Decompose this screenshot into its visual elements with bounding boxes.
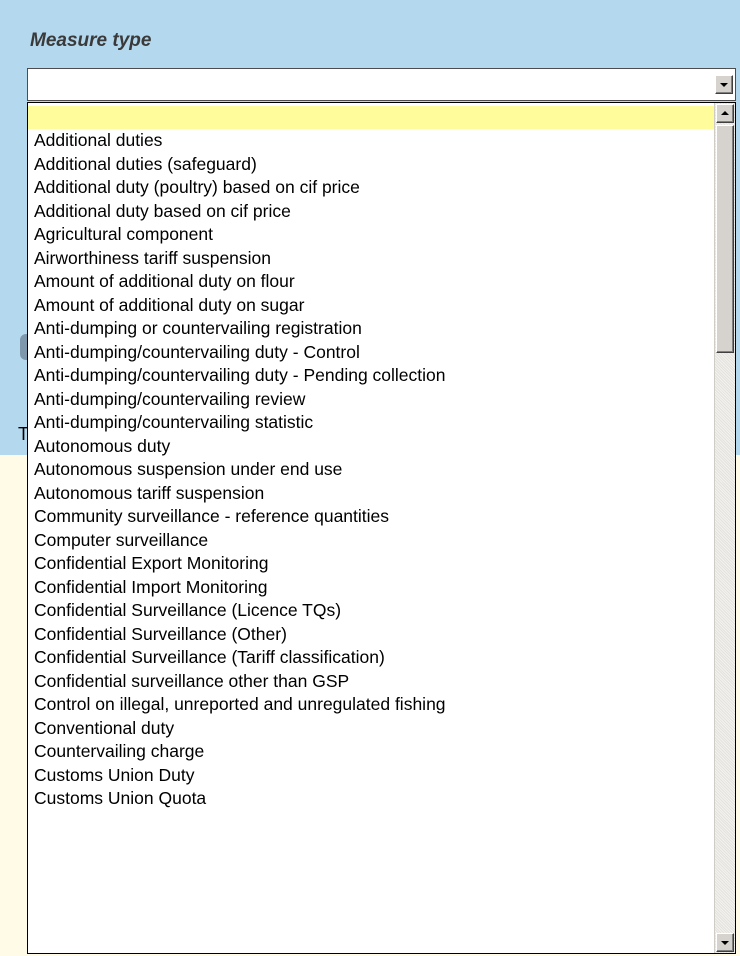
dropdown-option[interactable]: Customs Union Duty	[28, 764, 715, 788]
measure-type-select[interactable]	[27, 68, 736, 101]
scroll-down-arrow-icon	[721, 941, 729, 945]
dropdown-option[interactable]: Confidential Surveillance (Tariff classi…	[28, 646, 715, 670]
dropdown-option[interactable]: Control on illegal, unreported and unreg…	[28, 693, 715, 717]
dropdown-option[interactable]: Conventional duty	[28, 717, 715, 741]
dropdown-option[interactable]: Agricultural component	[28, 223, 715, 247]
dropdown-option[interactable]: Computer surveillance	[28, 529, 715, 553]
dropdown-option[interactable]: Community surveillance - reference quant…	[28, 505, 715, 529]
dropdown-option[interactable]: Amount of additional duty on sugar	[28, 294, 715, 318]
dropdown-option[interactable]: Anti-dumping/countervailing review	[28, 388, 715, 412]
measure-type-dropdown-list[interactable]: Additional duties Additional duties (safe…	[27, 102, 736, 954]
dropdown-option[interactable]: Amount of additional duty on flour	[28, 270, 715, 294]
dropdown-option[interactable]: Additional duty (poultry) based on cif p…	[28, 176, 715, 200]
dropdown-option[interactable]: Autonomous suspension under end use	[28, 458, 715, 482]
dropdown-toggle-button[interactable]	[715, 75, 733, 94]
dropdown-scrollbar[interactable]	[714, 103, 735, 953]
dropdown-option[interactable]: Additional duties (safeguard)	[28, 153, 715, 177]
dropdown-option[interactable]: Anti-dumping/countervailing duty - Contr…	[28, 341, 715, 365]
chevron-down-icon	[720, 83, 728, 87]
scroll-down-button[interactable]	[716, 933, 734, 952]
dropdown-option-empty[interactable]	[28, 106, 715, 129]
dropdown-option[interactable]: Anti-dumping or countervailing registrat…	[28, 317, 715, 341]
dropdown-option[interactable]: Additional duty based on cif price	[28, 200, 715, 224]
measure-type-label: Measure type	[30, 30, 152, 51]
dropdown-option[interactable]: Confidential Export Monitoring	[28, 552, 715, 576]
dropdown-option[interactable]: Anti-dumping/countervailing statistic	[28, 411, 715, 435]
scroll-up-arrow-icon	[721, 111, 729, 115]
scroll-up-button[interactable]	[716, 104, 734, 123]
dropdown-option[interactable]: Customs Union Quota	[28, 787, 715, 811]
dropdown-option[interactable]: Autonomous duty	[28, 435, 715, 459]
dropdown-option[interactable]: Confidential Surveillance (Other)	[28, 623, 715, 647]
dropdown-option[interactable]: Autonomous tariff suspension	[28, 482, 715, 506]
dropdown-option[interactable]: Confidential Import Monitoring	[28, 576, 715, 600]
dropdown-option[interactable]: Confidential Surveillance (Licence TQs)	[28, 599, 715, 623]
dropdown-option[interactable]: Countervailing charge	[28, 740, 715, 764]
dropdown-option[interactable]: Airworthiness tariff suspension	[28, 247, 715, 271]
dropdown-option[interactable]: Confidential surveillance other than GSP	[28, 670, 715, 694]
option-list: Additional duties Additional duties (safe…	[28, 106, 715, 811]
dropdown-option[interactable]: Anti-dumping/countervailing duty - Pendi…	[28, 364, 715, 388]
scrollbar-thumb[interactable]	[716, 125, 734, 353]
dropdown-option[interactable]: Additional duties	[28, 129, 715, 153]
